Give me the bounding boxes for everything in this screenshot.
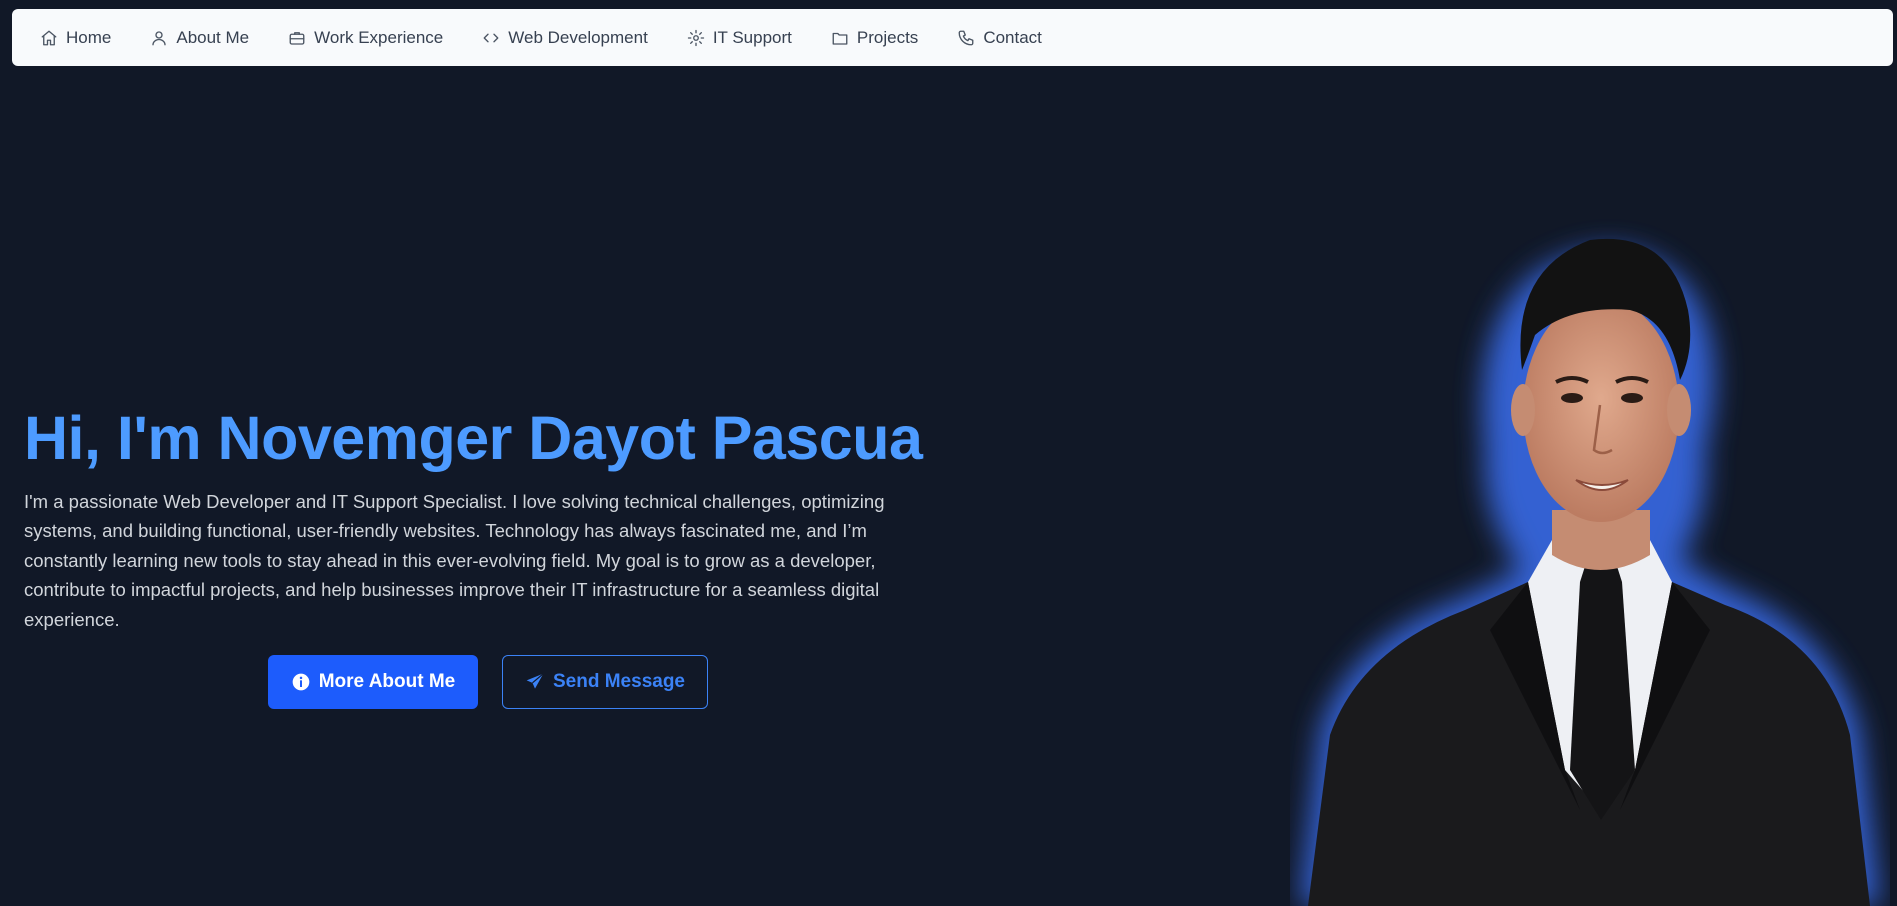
nav-item-about[interactable]: About Me [150, 28, 249, 48]
paper-plane-icon [526, 673, 544, 689]
nav-item-label: Work Experience [314, 27, 444, 47]
code-icon [483, 33, 499, 42]
send-message-button[interactable]: Send Message [502, 655, 708, 709]
nav-item-home[interactable]: Home [40, 28, 111, 48]
nav-item-label: Contact [983, 27, 1042, 47]
gear-icon [687, 29, 704, 46]
info-icon [292, 673, 310, 691]
briefcase-icon [289, 31, 305, 45]
nav-item-it-support[interactable]: IT Support [687, 28, 792, 48]
send-message-label: Send Message [553, 671, 685, 692]
nav-item-label: IT Support [712, 27, 792, 47]
more-about-me-label: More About Me [318, 671, 456, 692]
nav-item-web-development[interactable]: Web Development [482, 28, 648, 48]
nav-item-label: Home [66, 27, 112, 47]
hero-description: I'm a passionate Web Developer and IT Su… [24, 491, 885, 630]
profile-portrait [1300, 238, 1880, 906]
nav-item-work-experience[interactable]: Work Experience [288, 28, 443, 48]
nav-item-label: About Me [176, 27, 250, 47]
user-icon [152, 30, 167, 45]
hero-actions: More About Me Send Message [268, 655, 708, 709]
more-about-me-button[interactable]: More About Me [268, 655, 478, 709]
top-navbar: Home About Me Work Experience Web Develo… [12, 9, 1893, 66]
nav-item-label: Projects [856, 27, 919, 47]
folder-icon [832, 32, 848, 45]
nav-item-label: Web Development [508, 27, 648, 47]
hero-title: Hi, I'm Novemger Dayot Pascua [24, 404, 923, 472]
hero-section: Hi, I'm Novemger Dayot Pascua I'm a pass… [24, 400, 954, 634]
nav-item-contact[interactable]: Contact [957, 28, 1042, 48]
nav-item-projects[interactable]: Projects [831, 28, 918, 48]
phone-icon [958, 30, 974, 45]
home-icon [41, 30, 57, 45]
